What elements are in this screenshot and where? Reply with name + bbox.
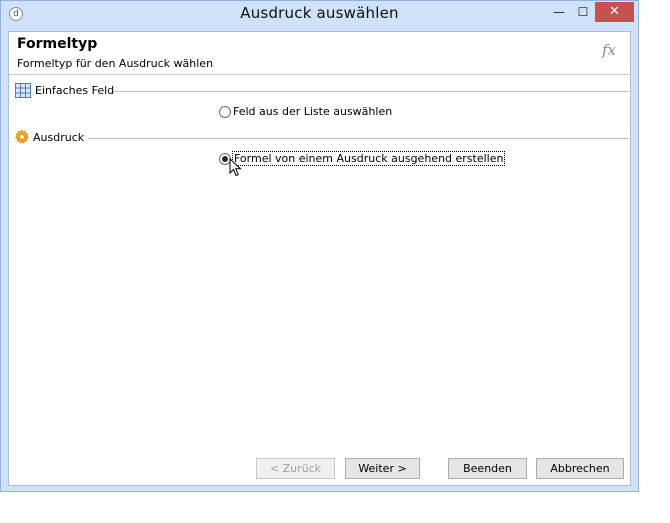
dialog-window: d Ausdruck auswählen — ☐ ✕ Formeltyp For… — [0, 0, 639, 492]
maximize-button[interactable]: ☐ — [571, 2, 595, 22]
section-simple-field: Einfaches Feld — [9, 82, 630, 102]
dialog-content: Formeltyp Formeltyp für den Ausdruck wäh… — [8, 31, 631, 486]
finish-button[interactable]: Beenden — [448, 458, 527, 479]
close-button[interactable]: ✕ — [595, 2, 634, 22]
radio-option-simple-field[interactable]: Feld aus der Liste auswählen — [219, 104, 439, 120]
grid-icon — [15, 83, 31, 98]
page-subtitle: Formeltyp für den Ausdruck wählen — [17, 57, 214, 70]
gear-icon — [14, 129, 30, 144]
section-label-expression: Ausdruck — [33, 131, 85, 144]
radio-simple-field[interactable] — [219, 106, 231, 118]
section-label-simple-field: Einfaches Feld — [35, 84, 115, 97]
next-button[interactable]: Weiter > — [345, 458, 420, 479]
fx-icon: fx — [601, 41, 616, 59]
cancel-button[interactable]: Abbrechen — [536, 458, 624, 479]
window-title: Ausdruck auswählen — [240, 4, 399, 22]
radio-option-expression[interactable]: Formel von einem Ausdruck ausgehend erst… — [219, 151, 506, 167]
section-divider — [88, 138, 629, 139]
title-bar[interactable]: d Ausdruck auswählen — ☐ ✕ — [1, 1, 638, 28]
mouse-cursor-icon — [229, 158, 242, 177]
back-button[interactable]: < Zurück — [256, 458, 335, 479]
radio-label-expression[interactable]: Formel von einem Ausdruck ausgehend erst… — [231, 151, 506, 166]
page-title: Formeltyp — [17, 36, 98, 52]
radio-label-simple-field[interactable]: Feld aus der Liste auswählen — [233, 105, 392, 118]
section-expression: Ausdruck — [9, 129, 630, 149]
section-divider — [113, 91, 629, 92]
minimize-button[interactable]: — — [547, 2, 571, 22]
wizard-header: Formeltyp Formeltyp für den Ausdruck wäh… — [9, 32, 630, 75]
